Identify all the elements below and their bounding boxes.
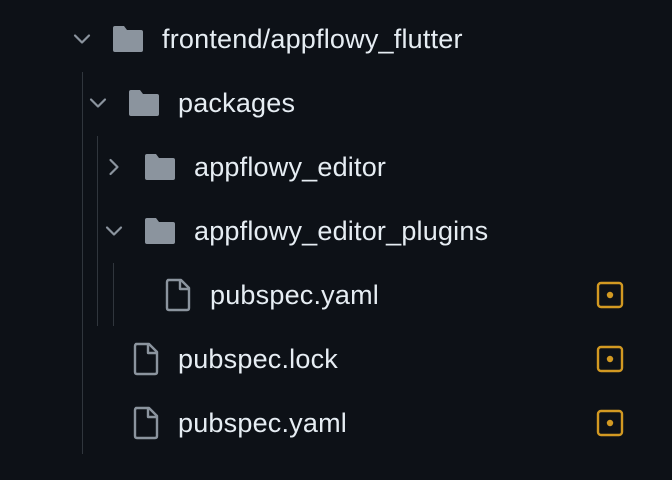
tree-item-label: pubspec.yaml <box>178 408 347 438</box>
tree-item-packages[interactable]: packages <box>0 71 672 135</box>
folder-icon <box>110 21 146 57</box>
file-icon <box>128 405 164 441</box>
tree-item-pubspec-yaml[interactable]: pubspec.yaml <box>0 391 672 455</box>
file-icon <box>128 341 164 377</box>
folder-icon <box>142 213 178 249</box>
file-tree: frontend/appflowy_flutter packages appfl… <box>0 0 672 480</box>
chevron-down-icon[interactable] <box>98 215 130 247</box>
modified-dot-icon <box>596 409 624 437</box>
tree-item-label: pubspec.yaml <box>210 280 379 310</box>
tree-item-appflowy-editor-plugins[interactable]: appflowy_editor_plugins <box>0 199 672 263</box>
chevron-down-icon[interactable] <box>82 87 114 119</box>
chevron-down-icon[interactable] <box>66 23 98 55</box>
tree-item-label: appflowy_editor <box>194 152 387 182</box>
tree-item-label: packages <box>178 88 296 118</box>
file-icon <box>160 277 196 313</box>
tree-item-label: frontend/appflowy_flutter <box>162 24 463 54</box>
folder-icon <box>126 85 162 121</box>
chevron-right-icon[interactable] <box>98 151 130 183</box>
tree-item-plugins-pubspec-yaml[interactable]: pubspec.yaml <box>0 263 672 327</box>
folder-icon <box>142 149 178 185</box>
tree-item-label: pubspec.lock <box>178 344 338 374</box>
tree-item-frontend-appflowy-flutter[interactable]: frontend/appflowy_flutter <box>0 7 672 71</box>
tree-item-pubspec-lock[interactable]: pubspec.lock <box>0 327 672 391</box>
tree-item-label: appflowy_editor_plugins <box>194 216 489 246</box>
modified-dot-icon <box>596 345 624 373</box>
modified-dot-icon <box>596 281 624 309</box>
tree-item-appflowy-editor[interactable]: appflowy_editor <box>0 135 672 199</box>
